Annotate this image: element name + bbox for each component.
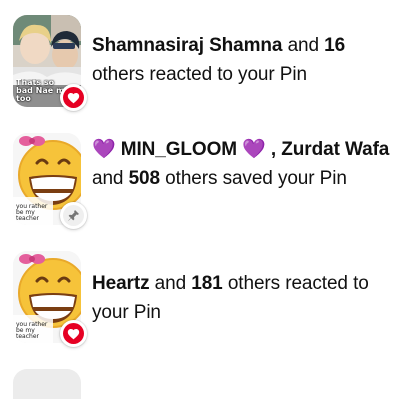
thumbnail-caption: you rather be my teacher — [16, 321, 48, 340]
others-count: 181 — [191, 273, 223, 294]
others-count: 16 — [324, 35, 346, 56]
heart-reaction-badge — [60, 84, 87, 111]
heart-reaction-badge — [60, 320, 87, 347]
heart-icon — [67, 92, 80, 103]
pin-icon — [68, 210, 79, 221]
actor-name[interactable]: Heartz — [92, 273, 150, 294]
pin-thumbnail[interactable]: you rather be my teacher — [13, 251, 87, 347]
pin-thumbnail[interactable]: you rather be my teacher — [13, 133, 87, 229]
next-notification-thumbnail[interactable] — [13, 369, 81, 399]
notification-item[interactable]: you rather be my teacher 💜 MIN_GLOOM 💜 ,… — [0, 133, 400, 229]
notification-item[interactable]: you rather be my teacher Heartz and 181 … — [0, 251, 400, 347]
save-badge — [60, 202, 87, 229]
notification-item[interactable]: Thats so bad Nae me too Shamnasiraj Sham… — [0, 15, 400, 111]
thumbnail-caption: you rather be my teacher — [16, 203, 48, 222]
pin-thumbnail[interactable]: Thats so bad Nae me too — [13, 15, 87, 111]
others-count: 508 — [128, 168, 161, 189]
notification-text: 💜 MIN_GLOOM 💜 , Zurdat Wafa and 508 othe… — [92, 139, 390, 189]
notification-text: Heartz and 181 others reacted to your Pi… — [92, 273, 369, 323]
actor-name[interactable]: 💜 MIN_GLOOM 💜 , Zurdat Wafa — [92, 139, 389, 160]
heart-icon — [67, 328, 80, 339]
notification-text: Shamnasiraj Shamna and 16 others reacted… — [92, 35, 346, 85]
actor-name[interactable]: Shamnasiraj Shamna — [92, 35, 282, 56]
